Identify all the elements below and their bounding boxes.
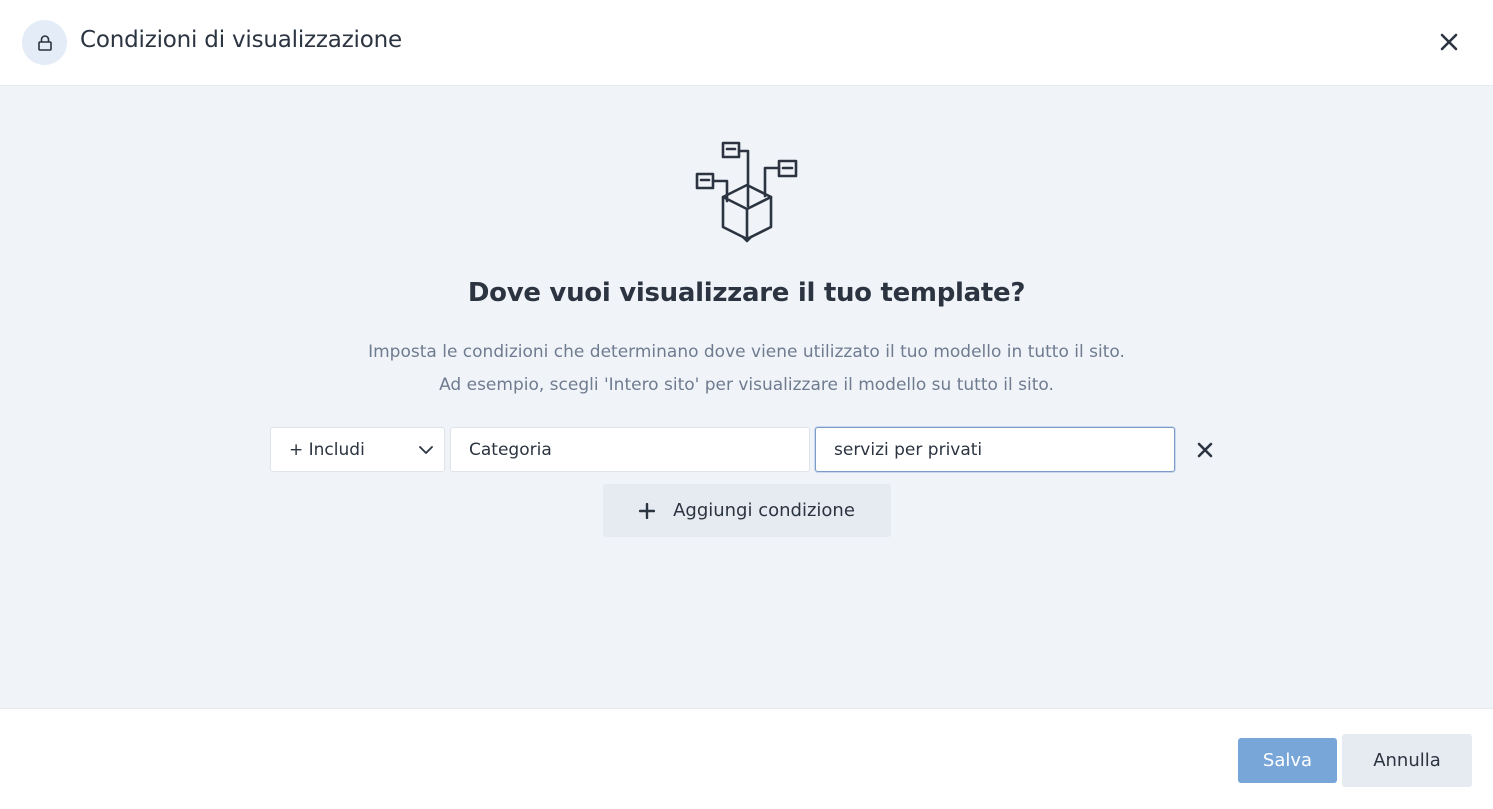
- dialog-footer: Salva Annulla: [0, 708, 1493, 809]
- dialog-body: Dove vuoi visualizzare il tuo template? …: [0, 86, 1493, 708]
- main-heading: Dove vuoi visualizzare il tuo template?: [467, 278, 1026, 308]
- add-condition-button[interactable]: Aggiungi condizione: [603, 484, 891, 537]
- include-mode-label: + Includi: [289, 439, 365, 460]
- dialog-title: Condizioni di visualizzazione: [80, 27, 402, 53]
- add-condition-label: Aggiungi condizione: [673, 500, 855, 521]
- lock-icon: [22, 20, 67, 65]
- plus-icon: [639, 502, 656, 519]
- sitemap-box-illustration: [695, 141, 798, 243]
- condition-type-field[interactable]: Categoria: [450, 427, 810, 472]
- include-mode-select[interactable]: + Includi: [270, 427, 445, 472]
- display-conditions-dialog: Condizioni di visualizzazione Dove vuoi …: [0, 0, 1493, 809]
- description-line-2: Ad esempio, scegli 'Intero sito' per vis…: [439, 375, 1054, 395]
- cancel-button[interactable]: Annulla: [1342, 734, 1472, 787]
- remove-condition-button[interactable]: [1190, 435, 1220, 465]
- description-line-1: Imposta le condizioni che determinano do…: [368, 342, 1125, 362]
- close-icon: [1197, 442, 1213, 458]
- save-button[interactable]: Salva: [1238, 738, 1337, 783]
- dialog-header: Condizioni di visualizzazione: [0, 0, 1493, 86]
- close-icon: [1440, 33, 1458, 51]
- chevron-down-icon: [419, 446, 433, 454]
- close-button[interactable]: [1432, 26, 1466, 58]
- condition-value-field[interactable]: servizi per privati: [815, 427, 1175, 472]
